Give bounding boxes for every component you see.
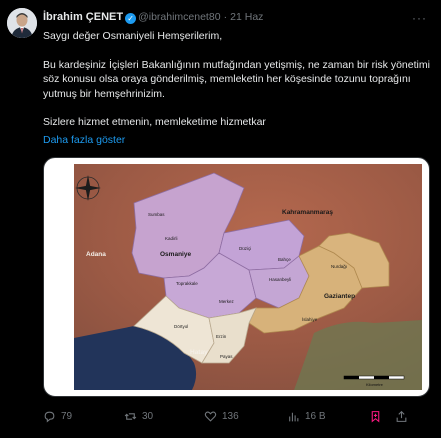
tweet: İbrahim ÇENET ✓ @ibrahimcenet80 · 21 Haz ·… [0, 0, 441, 438]
avatar-portrait [7, 8, 37, 38]
tweet-text: Saygı değer Osmaniyeli Hemşerilerim, Bu … [43, 29, 435, 144]
author-name[interactable]: İbrahim ÇENET [43, 11, 123, 23]
tweet-date[interactable]: 21 Haz [230, 11, 263, 23]
views-button[interactable]: 16 B [287, 410, 326, 423]
label-sumbas: Sumbas [148, 212, 165, 217]
action-bar: 79 30 136 16 B [43, 410, 428, 428]
label-hasanbeyli: Hasanbeyli [269, 277, 291, 282]
label-payas: Payas [220, 354, 233, 359]
label-gaziantep: Gaziantep [324, 293, 355, 300]
separator-dot: · [223, 11, 228, 23]
retweet-button[interactable]: 30 [124, 410, 153, 423]
retweet-icon [124, 413, 137, 420]
reply-icon [44, 411, 55, 423]
show-more-link[interactable]: Daha fazla göster [43, 134, 125, 146]
tweet-header: İbrahim ÇENET ✓ @ibrahimcenet80 · 21 Haz ·… [43, 11, 433, 27]
verified-badge-icon: ✓ [125, 13, 137, 24]
label-islahiye: İslahiye [302, 316, 318, 322]
scale-label: Kilometre [366, 382, 384, 387]
like-count: 136 [222, 411, 239, 422]
heart-icon [204, 411, 217, 422]
author-handle[interactable]: @ibrahimcenet80 [138, 11, 220, 23]
retweet-count: 30 [142, 411, 154, 422]
more-options-icon[interactable]: ··· [412, 11, 427, 25]
label-osmaniye: Osmaniye [160, 251, 191, 258]
bookmark-button[interactable] [369, 410, 387, 423]
share-icon [396, 410, 407, 422]
tweet-paragraph-3: Sizlere hizmet etmenin, memleketime hizm… [43, 116, 266, 128]
label-dortyol: Dörtyol [174, 324, 188, 329]
label-merkez: Merkez [219, 299, 235, 304]
label-hatay: Hatay [190, 349, 208, 356]
label-kahramanmaras: Kahramanmaraş [282, 209, 333, 216]
avatar[interactable] [7, 8, 37, 38]
label-bahce: Bahçe [278, 257, 291, 262]
label-toprakkale: Toprakkale [176, 281, 198, 286]
label-nurdagi: Nurdağı [331, 264, 347, 269]
reply-button[interactable]: 79 [43, 410, 72, 423]
reply-count: 79 [61, 411, 73, 422]
tweet-paragraph-2: Bu kardeşiniz İçişleri Bakanlığının mutf… [43, 58, 430, 100]
views-chart-icon [289, 412, 299, 422]
map-image[interactable]: Kahramanmaraş Adana Osmaniye Gaziantep H… [43, 157, 430, 397]
tweet-paragraph-1: Saygı değer Osmaniyeli Hemşerilerim, [43, 30, 223, 42]
label-adana: Adana [86, 251, 106, 258]
views-count: 16 B [305, 411, 326, 422]
label-duzici: Düziçi [239, 246, 251, 251]
share-button[interactable] [395, 410, 413, 423]
like-button[interactable]: 136 [204, 410, 239, 423]
map-svg: Kahramanmaraş Adana Osmaniye Gaziantep H… [74, 164, 422, 390]
label-kadirli: Kadirli [165, 236, 178, 241]
label-erzin: Erzin [216, 334, 227, 339]
bookmark-icon [371, 411, 380, 423]
